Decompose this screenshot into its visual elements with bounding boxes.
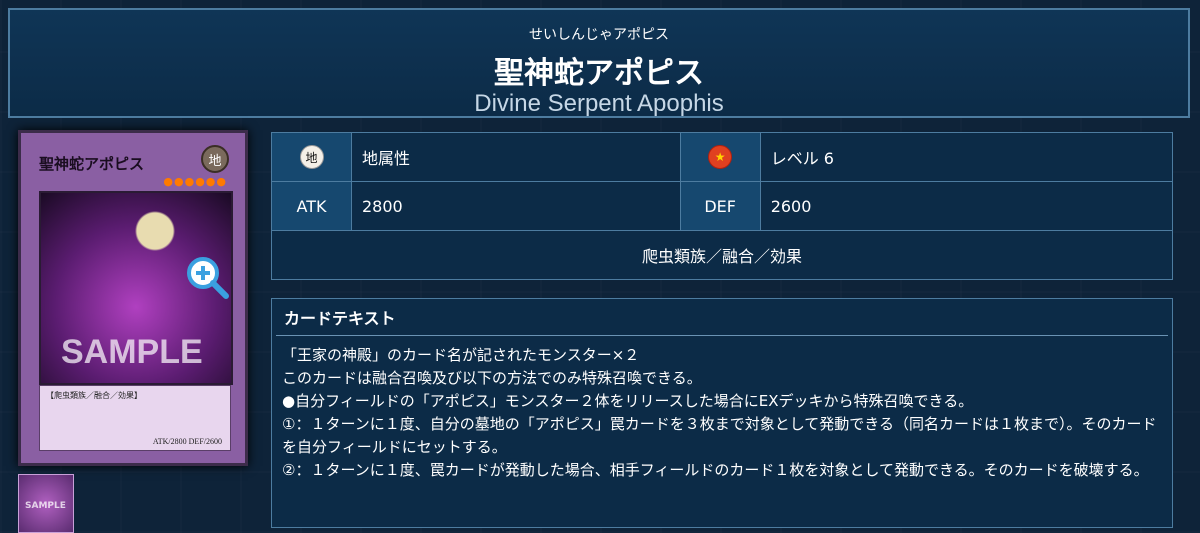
card-text-line: ●自分フィールドの「アポピス」モンスター２体をリリースした場合にEXデッキから特… xyxy=(282,392,974,410)
monster-type-line: 爬虫類族／融合／効果 xyxy=(271,230,1173,280)
sample-watermark: SAMPLE xyxy=(61,333,203,371)
card-text-line: ①：１ターンに１度、自分の墓地の「アポピス」罠カードを３枚まで対象として発動でき… xyxy=(282,415,1157,456)
level-icon-cell: ★ xyxy=(679,132,761,182)
card-text-line: ②：１ターンに１度、罠カードが発動した場合、相手フィールドのカード１枚を対象とし… xyxy=(282,461,1149,479)
def-label: DEF xyxy=(679,181,761,231)
star-icon: ★ xyxy=(708,145,733,169)
card-name-ruby: せいしんじゃアポピス xyxy=(529,27,669,43)
zoom-in-icon[interactable] xyxy=(184,254,230,300)
card-text-line: 「王家の神殿」のカード名が記されたモンスター×２ xyxy=(282,346,640,364)
card-stats-table: 地 地属性 ★ レベル 6 ATK 2800 DEF 2600 爬虫類族／融合／… xyxy=(271,132,1174,280)
level-value: レベル 6 xyxy=(759,132,1174,182)
card-image-text-box: 【爬虫類族／融合／効果】 ATK/2800 DEF/2600 xyxy=(39,385,231,451)
card-title-header: せいしんじゃアポピス 聖神蛇アポピス Divine Serpent Apophi… xyxy=(8,8,1190,118)
card-image-stats-line: ATK/2800 DEF/2600 xyxy=(152,437,222,446)
card-image-level-stars: ●●●●●● xyxy=(163,175,227,188)
card-name-english: Divine Serpent Apophis xyxy=(474,90,724,117)
attribute-icon-cell: 地 xyxy=(271,132,352,182)
card-text-body: 「王家の神殿」のカード名が記されたモンスター×２ このカードは融合召喚及び以下の… xyxy=(272,336,1172,482)
thumbnail-sample-watermark: SAMPLE xyxy=(25,501,66,511)
card-text-line: このカードは融合召喚及び以下の方法でのみ特殊召喚できる。 xyxy=(282,369,702,387)
atk-label: ATK xyxy=(271,181,352,231)
card-image-type-line: 【爬虫類族／融合／効果】 xyxy=(46,391,142,400)
card-image-attribute-icon: 地 xyxy=(201,145,229,173)
def-value: 2600 xyxy=(759,181,1174,231)
card-text-panel: カードテキスト 「王家の神殿」のカード名が記されたモンスター×２ このカードは融… xyxy=(271,298,1173,528)
earth-attribute-icon: 地 xyxy=(299,145,324,169)
attribute-value: 地属性 xyxy=(351,132,681,182)
card-name-japanese: 聖神蛇アポピス xyxy=(494,56,704,91)
card-text-heading: カードテキスト xyxy=(276,299,1168,336)
card-image-name: 聖神蛇アポピス xyxy=(39,155,145,173)
card-thumbnail[interactable]: SAMPLE xyxy=(18,474,74,533)
atk-value: 2800 xyxy=(351,181,681,231)
